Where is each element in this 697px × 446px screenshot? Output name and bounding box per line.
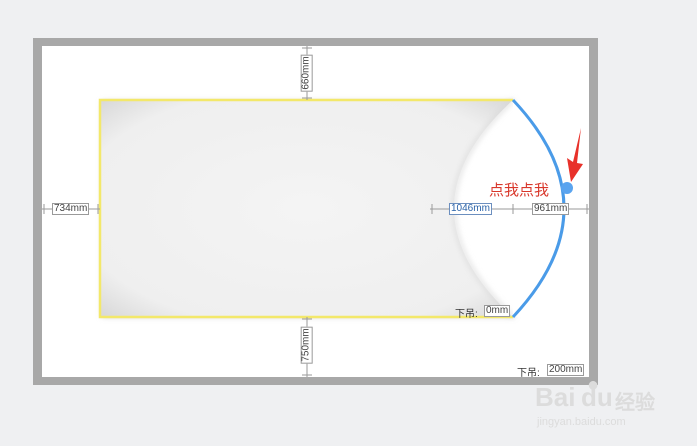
watermark-suffix: 经验: [615, 392, 655, 414]
drop-inner-value[interactable]: 0mm: [484, 305, 511, 317]
drop-outer-value[interactable]: 200mm: [547, 364, 585, 376]
drop-inner-label: 下吊:: [455, 309, 478, 320]
drag-handle-icon[interactable]: [561, 182, 573, 194]
watermark-brand: Bai: [535, 382, 576, 412]
baidu-watermark: Bai ● du 经验 jingyan.baidu.com: [535, 374, 685, 440]
click-me-annotation: 点我点我: [489, 181, 550, 199]
watermark-brand-2: du: [581, 382, 613, 412]
dim-top: 660mm: [300, 54, 313, 92]
drop-outer-label: 下吊:: [517, 368, 540, 379]
watermark-url: jingyan.baidu.com: [537, 416, 626, 428]
dim-right: 961mm: [532, 203, 570, 215]
dim-inner: 1046mm: [449, 203, 492, 215]
dim-left: 734mm: [52, 203, 90, 215]
dim-bottom: 750mm: [300, 326, 313, 364]
